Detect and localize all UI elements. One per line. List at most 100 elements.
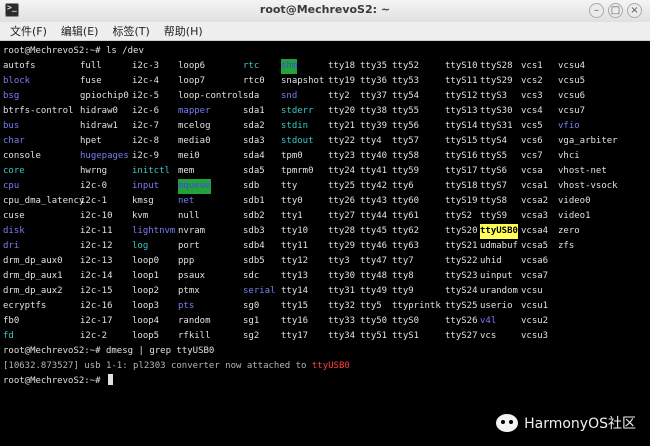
dev-entry: tty62 xyxy=(392,226,420,236)
dev-entry: tty17 xyxy=(281,331,309,341)
ls-row: btrfs-control hidraw0 i2c-6 mapper sda1 stder… xyxy=(3,104,585,119)
command-line-current[interactable]: root@MechrevoS2:~# xyxy=(3,374,350,389)
close-icon[interactable]: × xyxy=(627,3,642,18)
dev-entry: tty47 xyxy=(360,256,388,266)
dev-entry: ttyS19 xyxy=(445,196,478,206)
dev-entry: vcs1 xyxy=(521,61,543,71)
menu-file[interactable]: 文件(F) xyxy=(4,23,53,39)
dev-entry: hidraw0 xyxy=(80,106,118,116)
dev-entry: tty24 xyxy=(328,166,356,176)
dev-entry: fb0 xyxy=(3,316,20,326)
dev-entry: i2c-0 xyxy=(80,181,108,191)
ls-row: fb0 i2c-17 loop4 random sg1 tty16 tty33 tty50 tt… xyxy=(3,314,548,329)
dev-entry: drm_dp_aux2 xyxy=(3,286,63,296)
dev-entry: vcsu7 xyxy=(558,106,586,116)
dev-entry: ttyS30 xyxy=(480,106,513,116)
dev-entry: i2c-1 xyxy=(80,196,108,206)
dev-entry: tty0 xyxy=(281,196,303,206)
dev-entry: vcsu1 xyxy=(521,301,549,311)
dev-entry: loop1 xyxy=(132,271,160,281)
dev-entry: sda5 xyxy=(243,166,265,176)
window-title: root@MechrevoS2: ~ xyxy=(259,3,391,16)
dev-entry: tty25 xyxy=(328,181,356,191)
dev-entry: vcsu5 xyxy=(558,76,586,86)
dev-entry: hidraw1 xyxy=(80,121,118,131)
terminal-area[interactable]: root@MechrevoS2:~# ls /dev autofs full i2c… xyxy=(0,41,650,446)
dev-entry: tty13 xyxy=(281,271,309,281)
wechat-icon xyxy=(496,414,519,432)
dev-entry: ttyS6 xyxy=(480,166,508,176)
dev-entry: tty49 xyxy=(360,286,388,296)
dev-entry: tty33 xyxy=(328,316,356,326)
dev-entry: uinput xyxy=(480,271,513,281)
dev-entry: vcsa xyxy=(521,166,543,176)
dev-entry: i2c-3 xyxy=(132,61,160,71)
dev-entry: tty7 xyxy=(392,256,414,266)
dev-entry: stdout xyxy=(281,136,314,146)
dev-entry: vhost-vsock xyxy=(558,181,618,191)
dev-entry: vcsu xyxy=(521,286,543,296)
minimize-icon[interactable]: – xyxy=(589,3,604,18)
dev-entry: tty19 xyxy=(328,76,356,86)
menu-tabs[interactable]: 标签(T) xyxy=(106,23,155,39)
dev-entry: tty39 xyxy=(360,121,388,131)
ls-row: core hwrng initctl mem sda5 tpmrm0 tty24 tty41 t… xyxy=(3,164,607,179)
dev-entry: btrfs-control xyxy=(3,106,74,116)
dev-entry: drm_dp_aux1 xyxy=(3,271,63,281)
dev-entry: pts xyxy=(178,301,195,311)
dev-entry: char xyxy=(3,136,25,146)
dev-entry: hpet xyxy=(80,136,102,146)
dev-entry: ttyS12 xyxy=(445,91,478,101)
dev-entry: autofs xyxy=(3,61,36,71)
ls-row: fd i2c-2 loop5 rfkill sg2 tty17 tty34 tty51 ttyS… xyxy=(3,329,548,344)
dev-entry: initctl xyxy=(132,166,170,176)
dev-entry: hugepages xyxy=(80,151,129,161)
dev-entry: loop2 xyxy=(132,286,160,296)
dev-entry: console xyxy=(3,151,41,161)
dev-entry: tty28 xyxy=(328,226,356,236)
dev-entry: gpiochip0 xyxy=(80,91,129,101)
ls-row: block fuse i2c-4 loop7 rtc0 snapshot tty19 tty3… xyxy=(3,74,585,89)
dev-entry: ttyS28 xyxy=(480,61,513,71)
dev-entry: mcelog xyxy=(178,121,211,131)
dev-entry: vcsa4 xyxy=(521,226,549,236)
dev-entry: ptmx xyxy=(178,286,200,296)
window-controls: – □ × xyxy=(589,3,642,18)
dev-entry: tty10 xyxy=(281,226,309,236)
dev-entry: random xyxy=(178,316,211,326)
dev-entry: bsg xyxy=(3,91,20,101)
dev-entry: ttyS11 xyxy=(445,76,478,86)
dev-entry: tty3 xyxy=(328,256,350,266)
dev-entry: block xyxy=(3,76,31,86)
dmesg-output-line: [10632.873527] usb 1-1: pl2303 converter… xyxy=(3,359,350,374)
dev-entry: vcsu6 xyxy=(558,91,586,101)
dev-entry: sg1 xyxy=(243,316,260,326)
dev-entry: tty52 xyxy=(392,61,420,71)
dev-entry: sda xyxy=(243,91,260,101)
dev-entry: ttyS14 xyxy=(445,121,478,131)
dev-entry: i2c-8 xyxy=(132,136,160,146)
dev-entry: tty45 xyxy=(360,226,388,236)
dev-entry: ttyS7 xyxy=(480,181,508,191)
dev-entry: sdb5 xyxy=(243,256,265,266)
dev-entry: ttyS17 xyxy=(445,166,478,176)
dev-entry: tty42 xyxy=(360,181,388,191)
dev-entry: vcs2 xyxy=(521,76,543,86)
dev-entry: mei0 xyxy=(178,151,200,161)
dev-entry: tty59 xyxy=(392,166,420,176)
menu-help[interactable]: 帮助(H) xyxy=(158,23,209,39)
dev-entry: loop0 xyxy=(132,256,160,266)
dev-entry: ttyS2 xyxy=(445,211,473,221)
dev-entry: tty53 xyxy=(392,76,420,86)
maximize-icon[interactable]: □ xyxy=(608,3,623,18)
dev-entry: vfio xyxy=(558,121,580,131)
dev-entry: i2c-7 xyxy=(132,121,160,131)
dev-entry: psaux xyxy=(178,271,206,281)
ls-row: cpu_dma_latency i2c-1 kmsg net sdb1 tty0 tty26… xyxy=(3,194,591,209)
dev-entry: ttyS25 xyxy=(445,301,478,311)
dev-entry: tty57 xyxy=(392,136,420,146)
dev-entry: sda3 xyxy=(243,136,265,146)
dev-entry: tty56 xyxy=(392,121,420,131)
dev-entry: i2c-4 xyxy=(132,76,160,86)
menu-edit[interactable]: 编辑(E) xyxy=(55,23,105,39)
